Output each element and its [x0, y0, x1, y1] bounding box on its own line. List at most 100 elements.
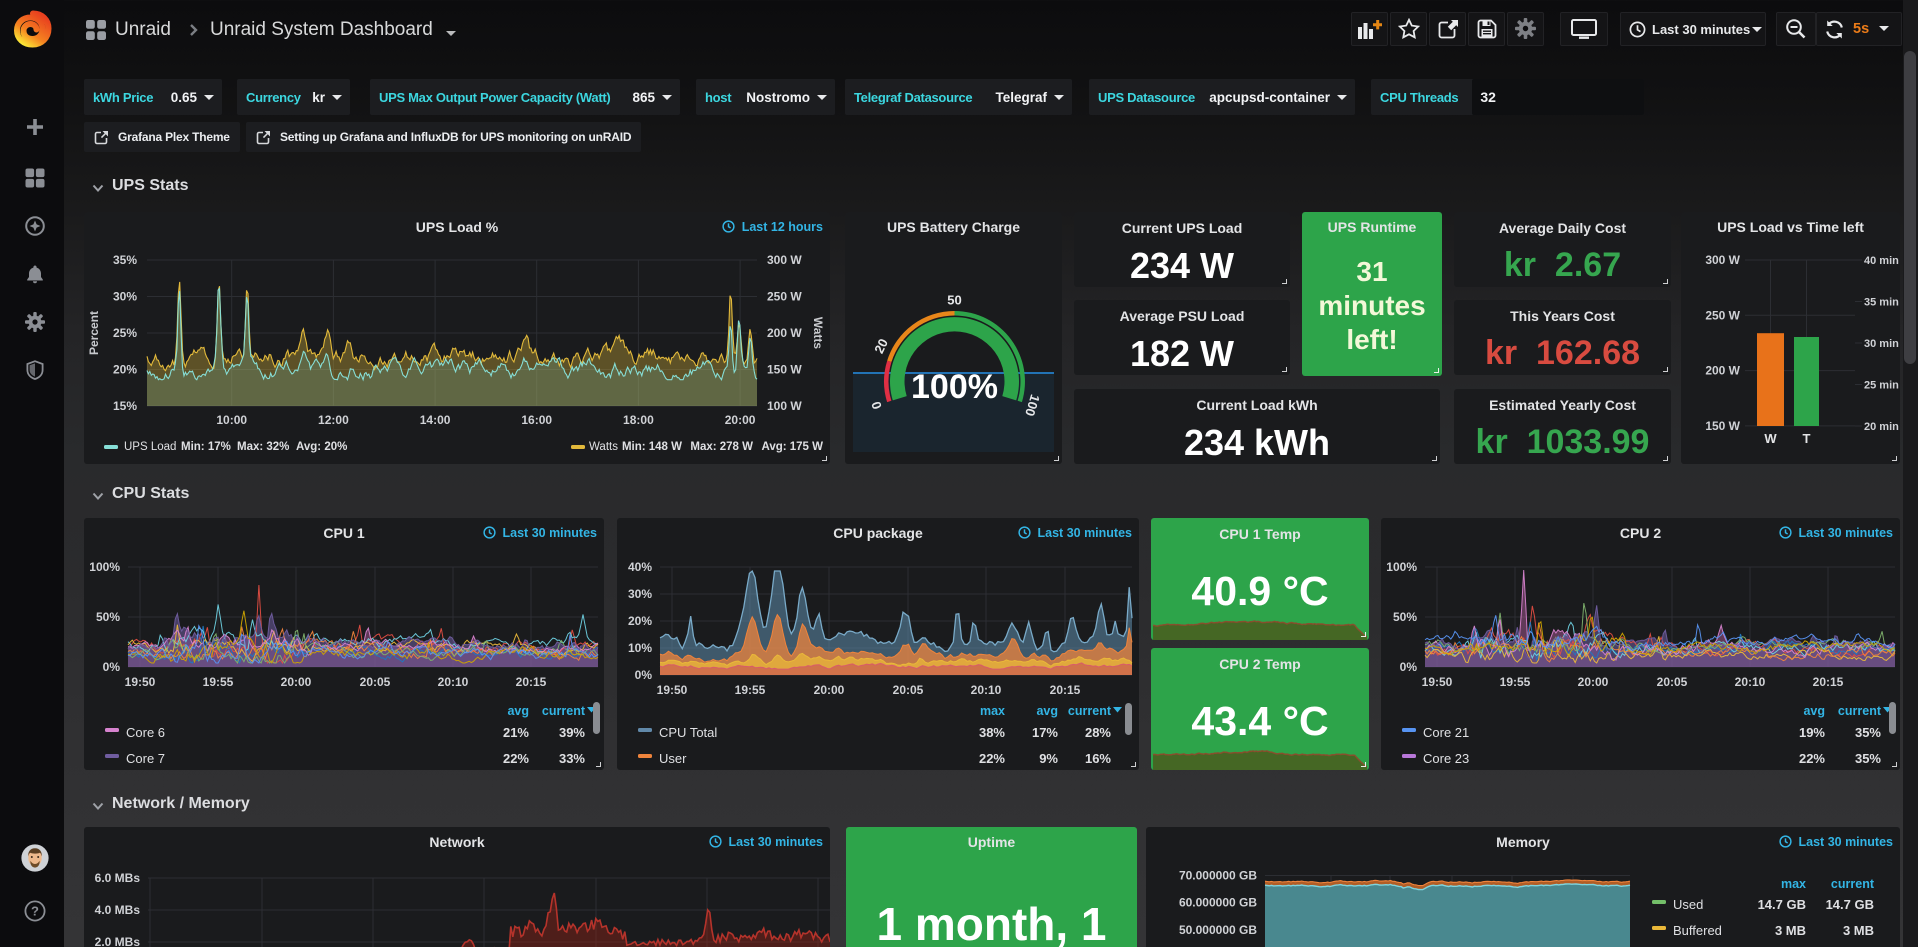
svg-text:4.0 MBs: 4.0 MBs — [95, 903, 141, 917]
svg-text:CPU Total: CPU Total — [659, 725, 717, 740]
svg-text:W: W — [1764, 431, 1777, 446]
svg-text:20:05: 20:05 — [1657, 675, 1688, 689]
svg-text:20: 20 — [871, 336, 891, 356]
svg-text:User: User — [659, 751, 687, 766]
svg-text:10%: 10% — [628, 641, 652, 655]
svg-text:35%: 35% — [113, 253, 137, 267]
svg-text:20:15: 20:15 — [516, 675, 547, 689]
svg-text:28%: 28% — [1085, 725, 1111, 740]
svg-text:40 min: 40 min — [1864, 255, 1899, 267]
svg-text:35%: 35% — [1855, 725, 1881, 740]
svg-text:20:00: 20:00 — [814, 683, 845, 697]
svg-text:14.7 GB: 14.7 GB — [1826, 897, 1874, 912]
svg-text:60.000000 GB: 60.000000 GB — [1179, 896, 1257, 910]
svg-text:3 MB: 3 MB — [1775, 923, 1806, 938]
svg-text:18:00: 18:00 — [623, 413, 654, 427]
svg-text:Watts: Watts — [811, 317, 825, 350]
svg-text:300 W: 300 W — [1705, 253, 1740, 267]
svg-text:20:00: 20:00 — [725, 413, 756, 427]
svg-text:17%: 17% — [1032, 725, 1058, 740]
svg-text:22%: 22% — [979, 751, 1005, 766]
svg-text:20%: 20% — [628, 614, 652, 628]
svg-text:200 W: 200 W — [767, 326, 802, 340]
svg-text:250 W: 250 W — [767, 290, 802, 304]
svg-text:Used: Used — [1673, 897, 1703, 912]
svg-text:30 min: 30 min — [1864, 338, 1899, 350]
svg-text:max: max — [1781, 877, 1806, 891]
svg-text:20:15: 20:15 — [1813, 675, 1844, 689]
svg-text:19:55: 19:55 — [1500, 675, 1531, 689]
svg-text:Max: 278 W: Max: 278 W — [690, 441, 753, 453]
svg-text:3 MB: 3 MB — [1843, 923, 1874, 938]
svg-text:20:00: 20:00 — [281, 675, 312, 689]
svg-text:21%: 21% — [503, 725, 529, 740]
svg-text:Min: 17%: Min: 17% — [181, 441, 231, 453]
svg-text:30%: 30% — [113, 290, 137, 304]
svg-text:current: current — [1068, 704, 1112, 718]
svg-text:Percent: Percent — [87, 311, 101, 355]
svg-text:14.7 GB: 14.7 GB — [1758, 897, 1806, 912]
svg-text:Core 21: Core 21 — [1423, 725, 1469, 740]
svg-text:0%: 0% — [103, 660, 121, 674]
svg-text:200 W: 200 W — [1705, 364, 1740, 378]
svg-text:Avg: 175 W: Avg: 175 W — [761, 441, 823, 453]
svg-text:0%: 0% — [1400, 660, 1418, 674]
svg-text:20:10: 20:10 — [438, 675, 469, 689]
svg-text:50: 50 — [947, 293, 961, 308]
svg-text:20%: 20% — [113, 363, 137, 377]
svg-text:Core 7: Core 7 — [126, 751, 165, 766]
svg-text:15%: 15% — [113, 399, 137, 413]
svg-text:20:10: 20:10 — [1735, 675, 1766, 689]
svg-text:T: T — [1803, 431, 1811, 446]
svg-text:19:50: 19:50 — [125, 675, 156, 689]
svg-text:Core 6: Core 6 — [126, 725, 165, 740]
svg-text:25%: 25% — [113, 326, 137, 340]
svg-text:avg: avg — [1036, 704, 1058, 718]
svg-text:current: current — [1831, 877, 1875, 891]
svg-text:Watts: Watts — [589, 441, 618, 453]
svg-text:10:00: 10:00 — [216, 413, 247, 427]
svg-text:22%: 22% — [503, 751, 529, 766]
svg-text:20:00: 20:00 — [1578, 675, 1609, 689]
svg-text:150 W: 150 W — [767, 363, 802, 377]
svg-text:max: max — [980, 704, 1005, 718]
svg-text:20:10: 20:10 — [971, 683, 1002, 697]
svg-text:20:15: 20:15 — [1050, 683, 1081, 697]
svg-text:0%: 0% — [635, 668, 653, 682]
svg-text:300 W: 300 W — [767, 253, 802, 267]
svg-text:6.0 MBs: 6.0 MBs — [95, 871, 141, 885]
svg-text:50.000000 GB: 50.000000 GB — [1179, 923, 1257, 937]
svg-text:33%: 33% — [559, 751, 585, 766]
svg-text:current: current — [1838, 704, 1882, 718]
svg-text:19:55: 19:55 — [203, 675, 234, 689]
svg-text:250 W: 250 W — [1705, 308, 1740, 322]
svg-text:Max: 32%: Max: 32% — [237, 441, 289, 453]
svg-text:19:50: 19:50 — [1422, 675, 1453, 689]
svg-text:2.0 MBs: 2.0 MBs — [95, 935, 141, 947]
svg-text:50%: 50% — [1393, 610, 1417, 624]
svg-text:40%: 40% — [628, 560, 652, 574]
svg-text:12:00: 12:00 — [318, 413, 349, 427]
svg-text:avg: avg — [507, 704, 529, 718]
svg-text:avg: avg — [1803, 704, 1825, 718]
svg-text:22%: 22% — [1799, 751, 1825, 766]
svg-text:19:55: 19:55 — [735, 683, 766, 697]
svg-text:150 W: 150 W — [1705, 419, 1740, 433]
svg-text:UPS Load: UPS Load — [124, 441, 176, 453]
svg-text:35 min: 35 min — [1864, 297, 1899, 309]
svg-text:50%: 50% — [96, 610, 120, 624]
svg-text:39%: 39% — [559, 725, 585, 740]
svg-text:?: ? — [31, 904, 39, 919]
svg-text:19%: 19% — [1799, 725, 1825, 740]
svg-text:current: current — [542, 704, 586, 718]
svg-text:14:00: 14:00 — [420, 413, 451, 427]
svg-text:100 W: 100 W — [767, 399, 802, 413]
svg-text:9%: 9% — [1039, 751, 1058, 766]
svg-text:19:50: 19:50 — [657, 683, 688, 697]
svg-text:Core 23: Core 23 — [1423, 751, 1469, 766]
svg-text:20:05: 20:05 — [360, 675, 391, 689]
svg-text:20 min: 20 min — [1864, 421, 1899, 433]
svg-text:Avg: 20%: Avg: 20% — [296, 441, 347, 453]
svg-text:Buffered: Buffered — [1673, 923, 1722, 938]
svg-text:30%: 30% — [628, 587, 652, 601]
